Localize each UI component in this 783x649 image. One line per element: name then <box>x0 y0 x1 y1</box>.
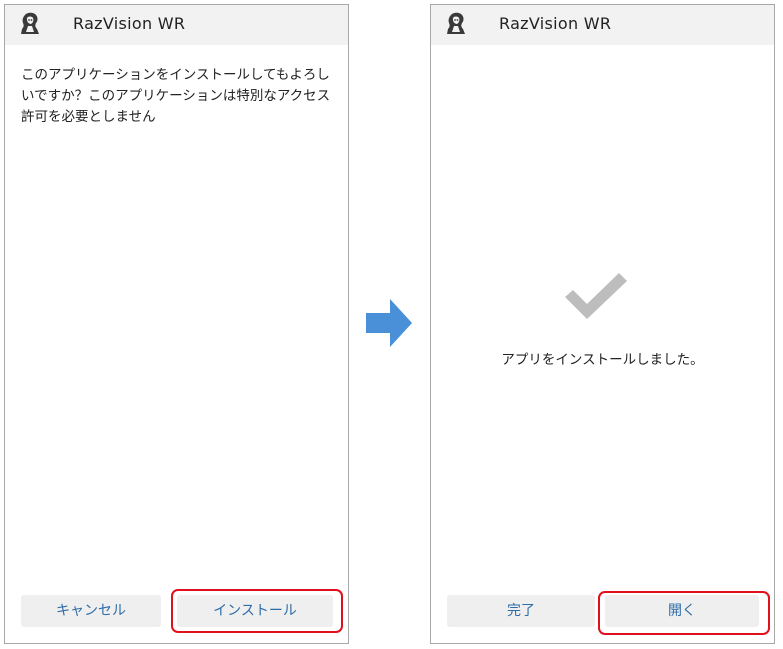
install-confirm-dialog: RazVision WR このアプリケーションをインストールしてもよろしいですか… <box>4 4 349 644</box>
install-flow: RazVision WR このアプリケーションをインストールしてもよろしいですか… <box>0 0 783 649</box>
title-bar: RazVision WR <box>431 5 774 45</box>
app-logo-icon <box>447 12 465 34</box>
app-title: RazVision WR <box>73 14 186 33</box>
install-button-highlight <box>171 589 343 633</box>
cancel-button[interactable]: キャンセル <box>21 595 161 627</box>
title-bar: RazVision WR <box>5 5 348 45</box>
checkmark-icon <box>565 273 627 319</box>
install-complete-dialog: RazVision WR アプリをインストールしました。 完了 開く <box>430 4 775 644</box>
install-prompt-message: このアプリケーションをインストールしてもよろしいですか？このアプリケーションは特… <box>21 67 331 125</box>
finish-button[interactable]: 完了 <box>447 595 595 627</box>
app-title: RazVision WR <box>499 14 612 33</box>
arrow-right-icon <box>366 299 412 347</box>
app-logo-icon <box>21 12 39 34</box>
open-button-highlight <box>598 591 770 635</box>
install-complete-message: アプリをインストールしました。 <box>501 352 704 368</box>
